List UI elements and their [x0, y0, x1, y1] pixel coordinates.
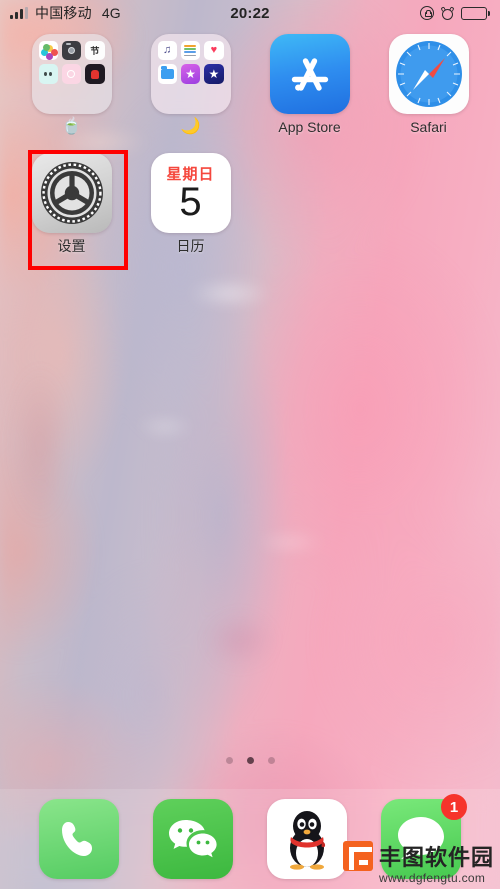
- folder-1-icon[interactable]: 节: [31, 34, 112, 114]
- app-store-icon-wrap: [269, 34, 350, 114]
- rotation-lock-icon: [420, 6, 434, 20]
- network-type-label: 4G: [101, 5, 121, 21]
- page-indicator-dots[interactable]: [0, 757, 500, 764]
- mini-health-icon: ♥: [204, 41, 224, 61]
- status-bar: 中国移动 4G 20:22: [0, 0, 500, 26]
- watermark-url: www.dgfengtu.com: [378, 871, 486, 885]
- calendar-icon[interactable]: 星期日 5: [150, 153, 231, 234]
- mini-files-icon: [157, 64, 177, 84]
- signal-bars-icon: [10, 7, 28, 19]
- home-screen-grid: 节 🍵 ♫ ♥ ★ ★ 🌙 App Store Safari 设置 星期日 5 …: [0, 34, 500, 255]
- mini-itunes-store-icon: ★: [180, 64, 201, 84]
- page-dot-2-active[interactable]: [246, 757, 254, 764]
- mini-photos-icon: [38, 41, 58, 61]
- mini-app-store-dark-icon: ★: [204, 64, 224, 84]
- page-dot-1[interactable]: [225, 757, 233, 764]
- wechat-bubbles-icon: [153, 799, 233, 879]
- messages-badge: 1: [441, 794, 467, 820]
- settings-icon-wrap: [31, 153, 112, 234]
- watermark-row: 丰图软件园: [342, 840, 494, 872]
- folder-2-icon-wrap: ♫ ♥ ★ ★: [150, 34, 231, 114]
- calendar-icon-wrap: 星期日 5: [150, 153, 231, 234]
- folder-2[interactable]: ♫ ♥ ★ ★ 🌙: [131, 34, 250, 135]
- folder-1-icon-wrap: 节: [31, 34, 112, 114]
- watermark-brand: 丰图软件园: [378, 845, 494, 870]
- mini-teal-app-icon: [38, 64, 58, 84]
- mini-dark-red-app-icon: [85, 64, 105, 84]
- safari[interactable]: Safari: [369, 34, 488, 135]
- calendar[interactable]: 星期日 5 日历: [131, 153, 250, 254]
- mini-music-icon: ♫: [157, 41, 177, 61]
- mini-chinese-app-icon: 节: [85, 41, 105, 61]
- mini-reminders-icon: [180, 41, 201, 61]
- watermark: 丰图软件园 www.dgfengtu.com: [342, 840, 494, 885]
- alarm-clock-icon: [440, 5, 455, 20]
- carrier-label: 中国移动: [35, 5, 92, 21]
- mini-pink-app-icon: [61, 64, 82, 84]
- safari-icon-wrap: [388, 34, 469, 114]
- dock-item-qq[interactable]: [267, 799, 347, 879]
- status-bar-left: 中国移动 4G: [10, 3, 121, 23]
- page-dot-3[interactable]: [267, 757, 275, 764]
- folder-2-label: 🌙: [180, 118, 201, 135]
- folder-2-icon[interactable]: ♫ ♥ ★ ★: [150, 34, 231, 114]
- folder-1[interactable]: 节 🍵: [12, 34, 131, 135]
- battery-full-icon: [461, 6, 490, 20]
- phone-handset-icon: [39, 799, 119, 879]
- dock-item-phone[interactable]: [39, 799, 119, 879]
- status-bar-right: [420, 5, 490, 20]
- folder-1-label: 🍵: [61, 118, 82, 135]
- app-store[interactable]: App Store: [250, 34, 369, 135]
- fengtu-f-logo-icon: [342, 841, 373, 871]
- settings[interactable]: 设置: [12, 153, 131, 254]
- calendar-label: 日历: [176, 238, 205, 255]
- safari-label: Safari: [410, 119, 447, 135]
- qq-penguin-icon: [267, 799, 347, 879]
- settings-label: 设置: [57, 238, 86, 255]
- app-store-label: App Store: [278, 119, 341, 135]
- mini-camera-icon: [61, 41, 82, 61]
- app-store-icon[interactable]: [269, 34, 350, 114]
- safari-compass-icon[interactable]: [388, 34, 469, 114]
- settings-gear-icon[interactable]: [31, 153, 112, 234]
- dock-item-wechat[interactable]: [153, 799, 233, 879]
- calendar-day: 5: [179, 180, 202, 225]
